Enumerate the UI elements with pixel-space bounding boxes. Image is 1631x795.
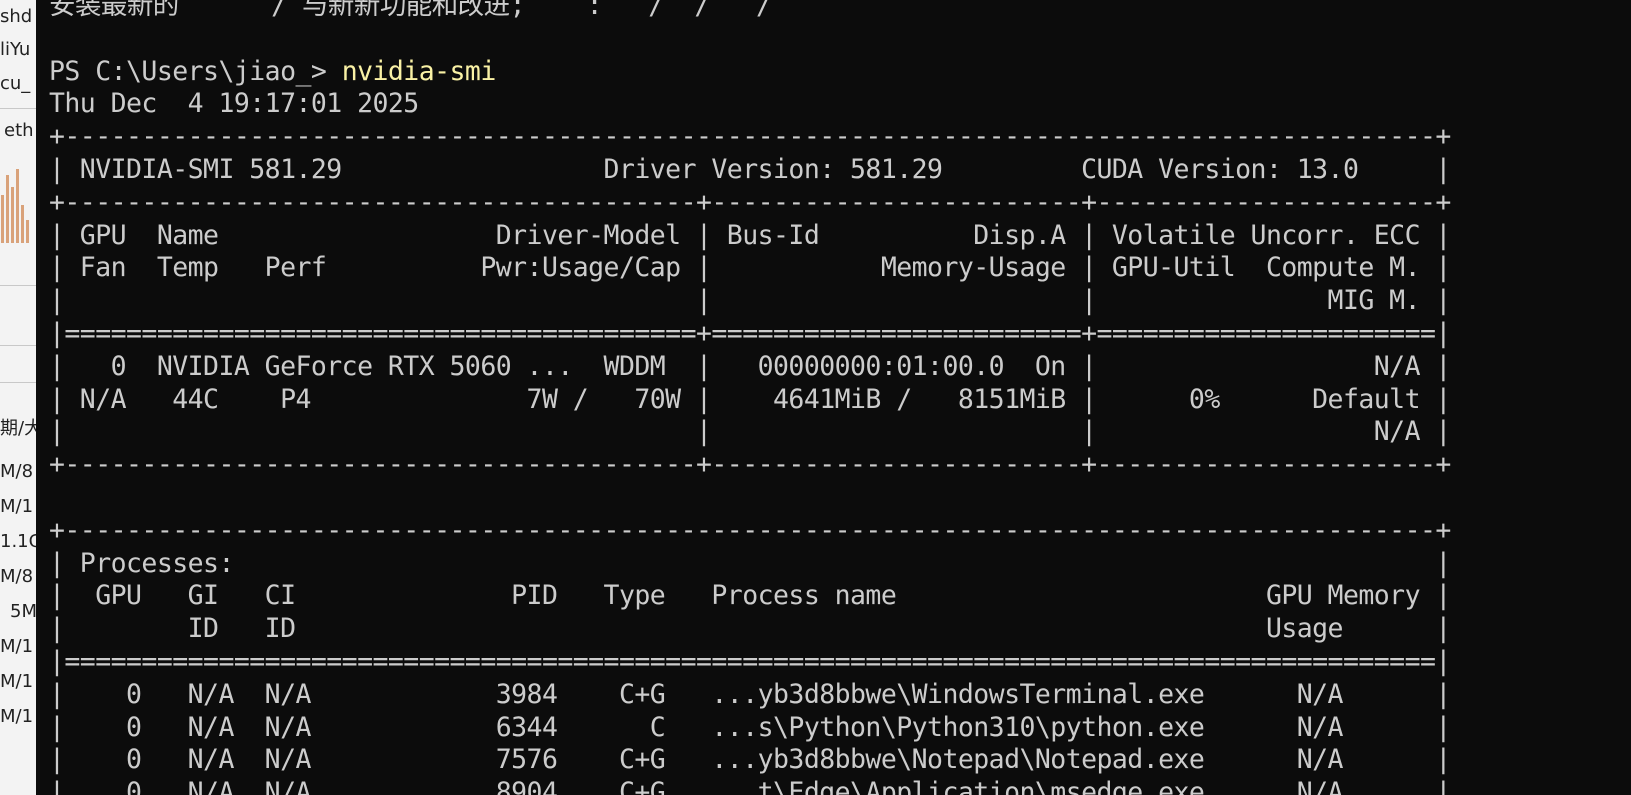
- smi-output-line: +---------------------------------------…: [49, 121, 1451, 153]
- background-text-fragment: 5M: [10, 601, 36, 622]
- background-bar: [21, 205, 24, 243]
- background-text-fragment: 1.1G: [0, 531, 36, 552]
- smi-output-line: | NVIDIA-SMI 581.29 Driver Version: 581.…: [49, 153, 1451, 185]
- smi-output-line: | 0 N/A N/A 8904 C+G ...t\Edge\Applicati…: [49, 777, 1451, 795]
- smi-output-line: | 0 NVIDIA GeForce RTX 5060 ... WDDM | 0…: [49, 350, 1451, 382]
- smi-output-line: +---------------------------------------…: [49, 186, 1451, 218]
- smi-output-line: | 0 N/A N/A 7576 C+G ...yb3d8bbwe\Notepa…: [49, 744, 1451, 776]
- smi-output-line: | Processes: |: [49, 547, 1451, 579]
- typed-command: nvidia-smi: [341, 55, 497, 87]
- background-divider: [0, 345, 36, 346]
- smi-output-line: | ID ID Usage |: [49, 613, 1451, 645]
- timestamp-line: Thu Dec 4 19:17:01 2025: [49, 88, 419, 120]
- smi-output-line: | | | MIG M. |: [49, 285, 1451, 317]
- terminal-partial-line: 安装最新的 / 与新新功能和改进; : / / /: [49, 0, 772, 21]
- background-text-fragment: shd: [0, 6, 33, 27]
- smi-output-line: | Fan Temp Perf Pwr:Usage/Cap | Memory-U…: [49, 252, 1451, 284]
- background-text-fragment: M/8: [0, 461, 34, 482]
- background-bar: [11, 187, 14, 243]
- smi-output-line: [49, 482, 1451, 515]
- prompt-line: PS C:\Users\jiao_> nvidia-smi: [49, 56, 1451, 89]
- background-text-fragment: M/8: [0, 566, 34, 587]
- smi-output-line: | 0 N/A N/A 3984 C+G ...yb3d8bbwe\Window…: [49, 678, 1451, 710]
- background-bar: [6, 175, 9, 243]
- background-text-fragment: liYu: [0, 39, 31, 60]
- smi-output-line: +---------------------------------------…: [49, 449, 1451, 481]
- background-text-fragment: M/1: [0, 706, 34, 727]
- smi-output-line: +---------------------------------------…: [49, 514, 1451, 546]
- shell-prompt: PS C:\Users\jiao_>: [49, 55, 342, 87]
- screen: shd liYu cu_ eth 期/大 M/8 M/1 1.1G M/8 5M…: [0, 0, 1631, 795]
- background-text-fragment: eth: [4, 120, 34, 141]
- smi-output-line: |=======================================…: [49, 317, 1451, 349]
- terminal-window[interactable]: 安装最新的 / 与新新功能和改进; : / / / PS C:\Users\jia…: [36, 0, 1631, 795]
- background-text-fragment: M/1: [0, 671, 34, 692]
- smi-output-line: | GPU GI CI PID Type Process name GPU Me…: [49, 580, 1451, 612]
- background-window[interactable]: shd liYu cu_ eth 期/大 M/8 M/1 1.1G M/8 5M…: [0, 0, 36, 795]
- background-text-fragment: 期/大: [0, 418, 36, 439]
- smi-output-line: | | | N/A |: [49, 416, 1451, 448]
- nvidia-smi-table: +---------------------------------------…: [49, 121, 1451, 795]
- background-divider: [0, 382, 36, 383]
- background-bar: [1, 195, 4, 243]
- smi-output-line: | N/A 44C P4 7W / 70W | 4641MiB / 8151Mi…: [49, 383, 1451, 415]
- background-bar-chart: [1, 169, 29, 243]
- smi-output-line: |=======================================…: [49, 645, 1451, 677]
- background-bar: [26, 220, 29, 243]
- background-divider: [0, 108, 36, 109]
- terminal-output[interactable]: 安装最新的 / 与新新功能和改进; : / / / PS C:\Users\jia…: [49, 0, 1451, 795]
- background-divider: [0, 285, 36, 286]
- background-text-fragment: cu_: [0, 73, 31, 94]
- smi-output-line: | 0 N/A N/A 6344 C ...s\Python\Python310…: [49, 711, 1451, 743]
- background-text-fragment: M/1: [0, 496, 34, 517]
- background-text-fragment: M/1: [0, 636, 34, 657]
- background-bar: [16, 169, 19, 243]
- smi-output-line: | GPU Name Driver-Model | Bus-Id Disp.A …: [49, 219, 1451, 251]
